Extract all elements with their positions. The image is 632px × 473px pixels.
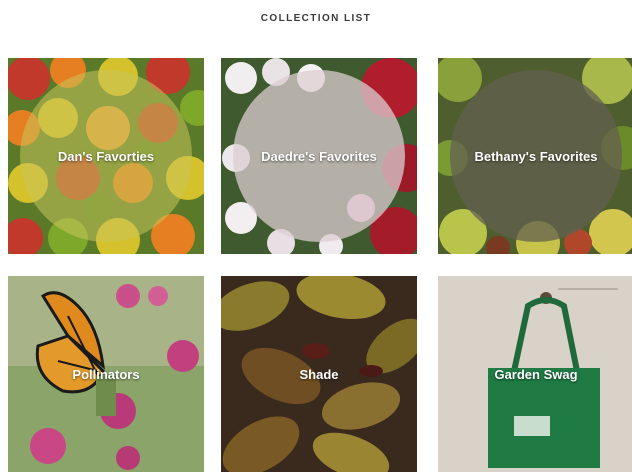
collection-tile-garden-swag[interactable]: Garden Swag xyxy=(438,276,632,472)
collection-title: Bethany's Favorites xyxy=(474,148,598,164)
collection-tile-bethanys-favorites[interactable]: Bethany's Favorites xyxy=(438,58,632,254)
section-heading: COLLECTION LIST xyxy=(260,13,372,24)
collection-title: Pollinators xyxy=(72,366,140,382)
collection-title: Dan's Favorties xyxy=(57,148,155,164)
collection-tile-dans-favorites[interactable]: Dan's Favorties xyxy=(8,58,204,254)
collection-tile-shade[interactable]: Shade xyxy=(221,276,417,472)
collection-title: Garden Swag xyxy=(494,366,578,382)
collection-title: Daedre's Favorites xyxy=(261,148,377,164)
collection-title: Shade xyxy=(299,366,339,382)
collection-list-page: COLLECTION LIST Dan's Favorties Daedre's… xyxy=(0,0,632,473)
collection-tile-pollinators[interactable]: Pollinators xyxy=(8,276,204,472)
collection-tile-daedres-favorites[interactable]: Daedre's Favorites xyxy=(221,58,417,254)
